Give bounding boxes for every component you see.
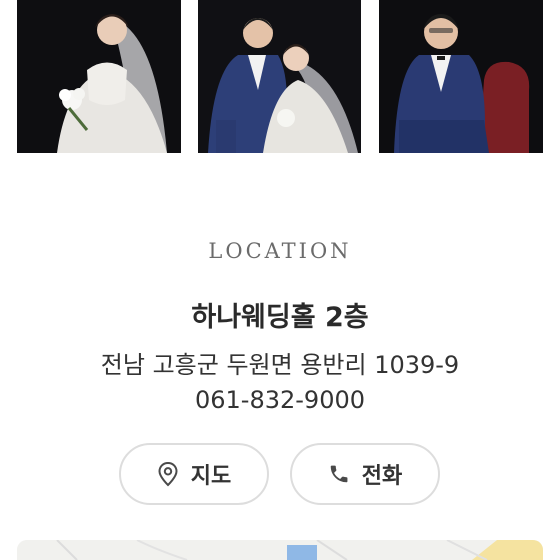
map-button-label: 지도: [190, 464, 232, 489]
phone-icon: [328, 463, 350, 485]
venue-name: 하나웨딩홀 2층: [191, 302, 369, 333]
call-button[interactable]: 전화: [290, 443, 440, 505]
photo-gallery: [0, 0, 560, 153]
venue-address: 전남 고흥군 두원면 용반리 1039-9: [100, 351, 460, 379]
groom-photo[interactable]: [379, 0, 543, 153]
map-preview[interactable]: [17, 540, 543, 560]
map-pin-icon: [157, 461, 179, 487]
call-button-label: 전화: [361, 464, 403, 489]
location-heading: LOCATION: [208, 239, 352, 263]
couple-photo[interactable]: [198, 0, 361, 153]
venue-phone: 061-832-9000: [194, 386, 365, 414]
map-button[interactable]: 지도: [119, 443, 269, 505]
bride-photo[interactable]: [17, 0, 181, 153]
